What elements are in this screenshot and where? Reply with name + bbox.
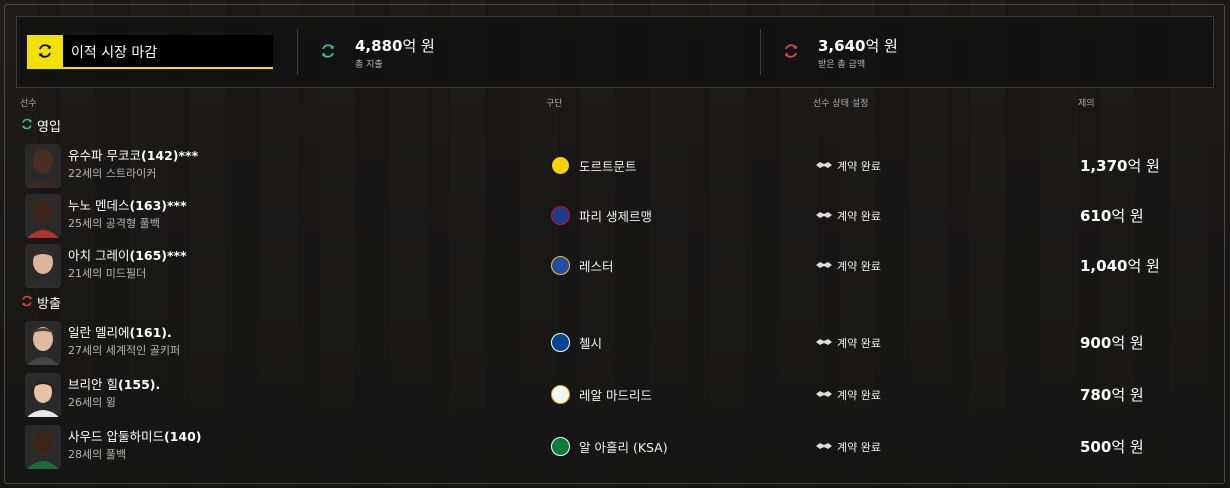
player-avatar <box>25 144 61 188</box>
club-name: 레스터 <box>579 259 614 274</box>
player-name[interactable]: 사우드 압둘하미드(140) <box>68 426 202 445</box>
column-header-player: 선수 <box>20 99 37 109</box>
total-received-label: 받은 총 금액 <box>818 60 866 70</box>
section-outgoing: 방출 <box>20 293 61 312</box>
player-description: 26세의 윙 <box>68 396 116 409</box>
player-description: 28세의 풀백 <box>68 448 126 461</box>
player-name[interactable]: 누노 멘데스(163)*** <box>68 195 187 214</box>
dortmund-crest-icon <box>551 156 570 175</box>
real-madrid-crest-icon <box>551 385 570 404</box>
handshake-icon <box>815 389 833 402</box>
club-name: 레알 마드리드 <box>579 388 652 403</box>
psg-crest-icon <box>551 206 570 225</box>
club-name: 파리 생제르맹 <box>579 209 652 224</box>
player-avatar <box>25 244 61 288</box>
transfer-deadline-label: 이적 시장 마감 <box>71 45 158 61</box>
total-spent-label: 총 지출 <box>355 60 383 70</box>
divider <box>297 29 298 75</box>
status-label: 계약 완료 <box>837 389 881 402</box>
player-description: 27세의 세계적인 골키퍼 <box>68 344 181 357</box>
al-ahli-crest-icon <box>551 437 570 456</box>
transfer-summary-bar: 이적 시장 마감 4,880억 원 총 지출 3,640억 원 받은 총 금액 <box>16 16 1214 88</box>
handshake-icon <box>815 441 833 454</box>
column-header-status: 선수 상태 설정 <box>813 99 869 109</box>
transfer-row[interactable]: 일란 멜리에(161). 27세의 세계적인 골키퍼 첼시 계약 완료 900억… <box>0 319 1230 367</box>
column-header-club: 구단 <box>546 99 563 109</box>
player-description: 21세의 미드필더 <box>68 267 147 280</box>
column-header-offer: 제의 <box>1078 99 1095 109</box>
status-cell: 계약 완료 <box>815 258 881 274</box>
player-avatar <box>25 373 61 417</box>
player-description: 22세의 스트라이커 <box>68 167 157 180</box>
transfer-fee: 900억 원 <box>1080 334 1144 352</box>
handshake-icon <box>815 337 833 350</box>
transfer-fee: 500억 원 <box>1080 438 1144 456</box>
transfer-fee: 780억 원 <box>1080 386 1144 404</box>
transfer-fee: 610억 원 <box>1080 207 1144 225</box>
player-name[interactable]: 브리안 힐(155). <box>68 374 160 393</box>
transfer-row[interactable]: 유수파 무코코(142)*** 22세의 스트라이커 도르트문트 계약 완료 1… <box>0 142 1230 190</box>
outgoing-transfer-icon <box>782 42 800 60</box>
player-avatar <box>25 321 61 365</box>
status-label: 계약 완료 <box>837 337 881 350</box>
leicester-crest-icon <box>551 256 570 275</box>
status-label: 계약 완료 <box>837 441 881 454</box>
player-name[interactable]: 아치 그레이(165)*** <box>68 245 187 264</box>
incoming-transfer-icon <box>319 42 337 60</box>
transfer-row[interactable]: 누노 멘데스(163)*** 25세의 공격형 풀백 파리 생제르맹 계약 완료… <box>0 192 1230 240</box>
transfer-row[interactable]: 브리안 힐(155). 26세의 윙 레알 마드리드 계약 완료 780억 원 <box>0 371 1230 419</box>
status-cell: 계약 완료 <box>815 335 881 351</box>
transfer-deadline-banner: 이적 시장 마감 <box>27 35 273 69</box>
club-name: 도르트문트 <box>579 159 637 174</box>
chelsea-crest-icon <box>551 333 570 352</box>
incoming-transfer-icon <box>20 117 34 135</box>
divider <box>760 29 761 75</box>
status-cell: 계약 완료 <box>815 439 881 455</box>
transfer-cycle-icon <box>27 35 63 67</box>
handshake-icon <box>815 260 833 273</box>
player-name[interactable]: 일란 멜리에(161). <box>68 322 172 341</box>
club-cell[interactable]: 도르트문트 <box>551 156 637 175</box>
section-outgoing-label: 방출 <box>37 297 61 312</box>
club-cell[interactable]: 알 아흘리 (KSA) <box>551 437 668 456</box>
status-label: 계약 완료 <box>837 160 881 173</box>
total-received-value: 3,640억 원 <box>818 37 898 55</box>
outgoing-transfer-icon <box>20 294 34 312</box>
player-description: 25세의 공격형 풀백 <box>68 217 160 230</box>
section-incoming-label: 영입 <box>37 120 61 135</box>
total-spent-value: 4,880억 원 <box>355 37 435 55</box>
player-name[interactable]: 유수파 무코코(142)*** <box>68 145 198 164</box>
club-cell[interactable]: 파리 생제르맹 <box>551 206 652 225</box>
status-label: 계약 완료 <box>837 260 881 273</box>
status-label: 계약 완료 <box>837 210 881 223</box>
club-name: 첼시 <box>579 336 603 351</box>
transfer-fee: 1,040억 원 <box>1080 257 1160 275</box>
transfer-row[interactable]: 사우드 압둘하미드(140) 28세의 풀백 알 아흘리 (KSA) 계약 완료… <box>0 423 1230 471</box>
handshake-icon <box>815 160 833 173</box>
club-cell[interactable]: 레스터 <box>551 256 614 275</box>
player-avatar <box>25 425 61 469</box>
section-incoming: 영입 <box>20 116 61 135</box>
club-name: 알 아흘리 (KSA) <box>579 440 668 455</box>
status-cell: 계약 완료 <box>815 208 881 224</box>
status-cell: 계약 완료 <box>815 158 881 174</box>
transfer-row[interactable]: 아치 그레이(165)*** 21세의 미드필더 레스터 계약 완료 1,040… <box>0 242 1230 290</box>
player-avatar <box>25 194 61 238</box>
club-cell[interactable]: 레알 마드리드 <box>551 385 652 404</box>
status-cell: 계약 완료 <box>815 387 881 403</box>
transfer-fee: 1,370억 원 <box>1080 157 1160 175</box>
club-cell[interactable]: 첼시 <box>551 333 602 352</box>
handshake-icon <box>815 210 833 223</box>
